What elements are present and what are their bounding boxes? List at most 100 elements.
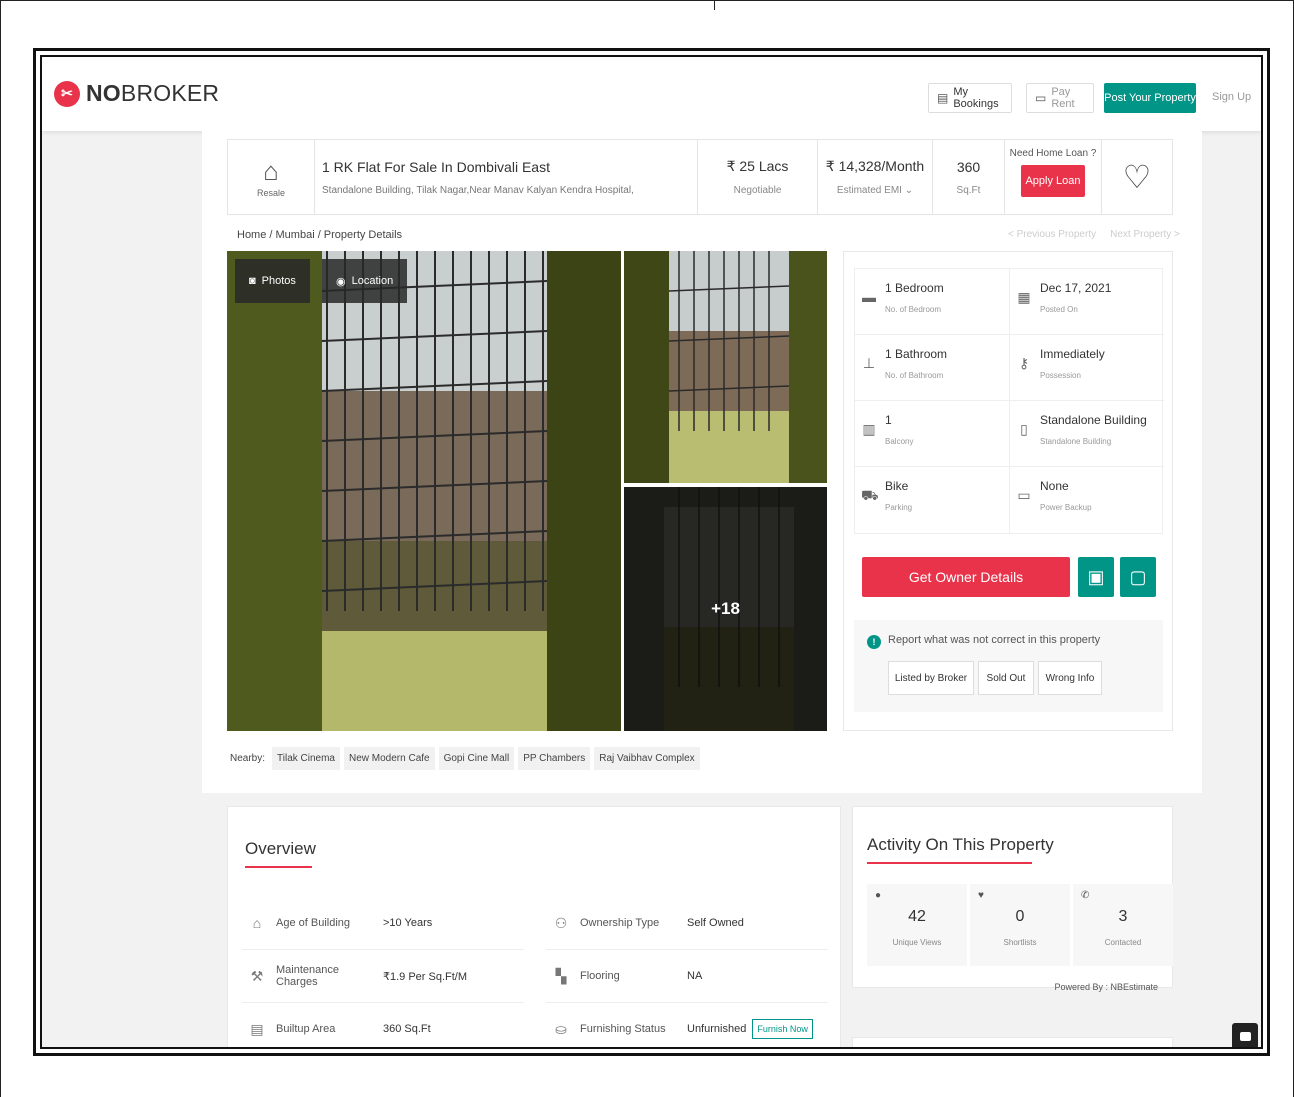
card-icon: ▭	[1035, 91, 1047, 105]
spec-label: Possession	[1040, 371, 1081, 380]
user-icon: ●	[875, 890, 882, 901]
price-value: ₹ 25 Lacs	[726, 158, 789, 174]
nearby-chip[interactable]: PP Chambers	[518, 747, 591, 770]
my-bookings-button[interactable]: ▤ My Bookings	[928, 83, 1012, 113]
listing-address: Standalone Building, Tilak Nagar,Near Ma…	[322, 184, 634, 196]
overview-key: Builtup Area	[276, 1023, 336, 1035]
location-tab[interactable]: ◉ Location	[322, 259, 408, 303]
stat-contacted: ✆ 3 Contacted	[1073, 884, 1173, 966]
spec-value: 1 Bathroom	[885, 347, 948, 361]
bed-icon: ▬	[862, 289, 876, 305]
get-owner-details-button[interactable]: Get Owner Details	[862, 557, 1070, 597]
chat-widget-button[interactable]	[1232, 1023, 1258, 1047]
apply-loan-button[interactable]: Apply Loan	[1021, 165, 1085, 197]
spec-value: 1	[885, 413, 892, 427]
listed-by-broker-button[interactable]: Listed by Broker	[888, 661, 974, 695]
previous-property-link[interactable]: < Previous Property	[1008, 229, 1096, 240]
spec-label: Posted On	[1040, 305, 1078, 314]
resale-tag: ⌂ Resale	[228, 140, 315, 214]
stat-label: Shortlists	[1003, 938, 1037, 947]
ownership-icon: ⚇	[554, 914, 568, 931]
browser-viewport: ✂ NOBROKER ▤ My Bookings ▭ Pay Rent Post…	[40, 55, 1263, 1049]
loan-question: Need Home Loan ?	[1009, 148, 1097, 159]
spec-parking: ⛟ Bike Parking	[855, 467, 1010, 533]
spec-posted-on: ▦ Dec 17, 2021 Posted On	[1010, 269, 1164, 335]
overview-row: ⌂ Age of Building >10 Years	[242, 897, 524, 950]
sign-up-link[interactable]: Sign Up	[1212, 91, 1251, 103]
nearby-chip[interactable]: Raj Vaibhav Complex	[594, 747, 700, 770]
spec-possession: ⚷ Immediately Possession	[1010, 335, 1164, 401]
breadcrumb[interactable]: Home / Mumbai / Property Details	[237, 229, 402, 241]
spec-balcony: ▥ 1 Balcony	[855, 401, 1010, 467]
brand-name: NOBROKER	[86, 80, 220, 106]
spec-value: 1 Bedroom	[885, 281, 944, 295]
key-icon: ⚷	[1018, 355, 1030, 371]
emi-note[interactable]: Estimated EMI ⌄	[837, 185, 913, 196]
schedule-visit-button[interactable]: ▣	[1078, 557, 1114, 597]
nearby-chip[interactable]: Tilak Cinema	[272, 747, 340, 770]
thumbnail-photo-1[interactable]	[624, 251, 827, 483]
title-underline	[867, 862, 1032, 864]
sold-out-button[interactable]: Sold Out	[978, 661, 1034, 695]
next-panel	[852, 1037, 1173, 1047]
overview-value: >10 Years	[383, 917, 433, 929]
overview-value: 360 Sq.Ft	[383, 1023, 431, 1035]
flooring-icon: ▚	[555, 967, 567, 984]
car-icon: ⛟	[861, 487, 879, 503]
stat-value: 3	[1118, 908, 1128, 925]
spec-building-type: ▯ Standalone Building Standalone Building	[1010, 401, 1164, 467]
wrong-info-button[interactable]: Wrong Info	[1038, 661, 1102, 695]
nobroker-logo[interactable]: ✂ NOBROKER	[54, 80, 219, 107]
stat-label: Unique Views	[892, 938, 942, 947]
location-label: Location	[351, 275, 394, 287]
overview-row: ▚ Flooring NA	[546, 950, 828, 1003]
listing-summary-bar: ⌂ Resale 1 RK Flat For Sale In Dombivali…	[227, 139, 1173, 215]
hammer-icon: ⚒	[250, 967, 264, 984]
next-property-link[interactable]: Next Property >	[1110, 229, 1180, 240]
furnish-now-button[interactable]: Furnish Now	[752, 1019, 813, 1039]
overview-key: Furnishing Status	[580, 1023, 666, 1035]
thumbnail-photo-2[interactable]: +18	[624, 487, 827, 731]
overview-key: Flooring	[580, 970, 620, 982]
nearby-chip[interactable]: Gopi Cine Mall	[438, 747, 515, 770]
spec-power-backup: ▭ None Power Backup	[1010, 467, 1164, 533]
shortlist-button[interactable]: ♡	[1102, 140, 1172, 214]
area-unit: Sq.Ft	[956, 184, 981, 196]
pay-rent-button[interactable]: ▭ Pay Rent	[1026, 83, 1094, 113]
area-value: 360	[956, 158, 981, 175]
overview-key: Maintenance Charges	[276, 964, 339, 988]
my-bookings-label: My Bookings	[953, 86, 999, 110]
chat-button[interactable]: ▢	[1120, 557, 1156, 597]
post-property-button[interactable]: Post Your Property	[1104, 83, 1196, 113]
message-icon: ▢	[1129, 566, 1147, 587]
divider	[714, 0, 715, 10]
overview-value: Unfurnished	[687, 1023, 747, 1035]
heart-icon: ♥	[978, 890, 984, 901]
report-box: ! Report what was not correct in this pr…	[854, 620, 1163, 712]
spec-value: None	[1040, 479, 1069, 493]
specs-grid: ▬ 1 Bedroom No. of Bedroom ▦ Dec 17, 2021…	[854, 268, 1164, 534]
photos-tab[interactable]: ◙ Photos	[235, 259, 310, 303]
nearby-places: Nearby: Tilak Cinema New Modern Cafe Gop…	[230, 747, 700, 770]
main-photo[interactable]: ◙ Photos ◉ Location	[227, 251, 621, 731]
camera-icon: ◙	[249, 275, 256, 287]
spec-value: Immediately	[1040, 347, 1105, 361]
spec-bathroom: ⊥ 1 Bathroom No. of Bathroom	[855, 335, 1010, 401]
compass-icon: ◉	[336, 275, 346, 288]
spec-label: No. of Bathroom	[885, 371, 944, 380]
emi-cell[interactable]: ₹ 14,328/Month Estimated EMI ⌄	[818, 140, 933, 214]
stat-label: Contacted	[1104, 938, 1142, 947]
resale-label: Resale	[256, 187, 285, 198]
balcony-icon: ▥	[862, 421, 876, 437]
listing-title: 1 RK Flat For Sale In Dombivali East	[322, 158, 550, 175]
house-icon: ⌂	[263, 155, 279, 186]
price-cell: ₹ 25 Lacs Negotiable	[698, 140, 818, 214]
report-text: Report what was not correct in this prop…	[888, 634, 1101, 646]
overview-key: Age of Building	[276, 917, 350, 929]
overview-row: ⛀ Furnishing Status Unfurnished Furnish …	[546, 1003, 828, 1047]
overview-value: Self Owned	[687, 917, 744, 929]
nearby-chip[interactable]: New Modern Cafe	[344, 747, 435, 770]
more-photos-count[interactable]: +18	[624, 487, 827, 731]
area-cell: 360 Sq.Ft	[933, 140, 1005, 214]
powered-by: Powered By : NBEstimate	[1054, 982, 1158, 992]
